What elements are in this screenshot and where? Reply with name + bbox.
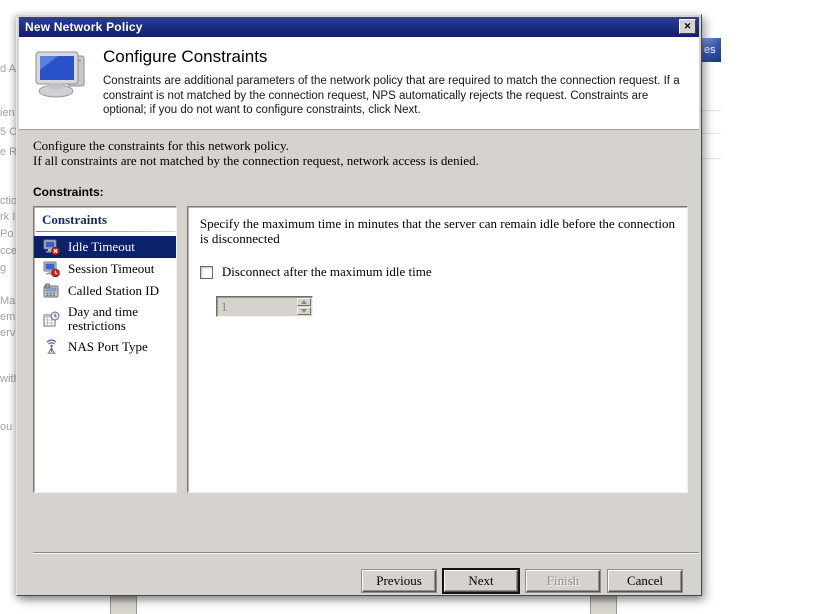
background-list-line	[702, 133, 721, 134]
phone-icon	[43, 283, 60, 299]
constraints-list: Constraints Idle Timeout	[33, 206, 177, 493]
background-text-fragment: e R	[0, 146, 17, 158]
constraints-list-header: Constraints	[34, 207, 176, 231]
list-item-label: NAS Port Type	[68, 340, 148, 354]
background-text-fragment: rk I	[0, 211, 15, 223]
close-button[interactable]: ✕	[679, 19, 696, 34]
background-list-line	[702, 110, 721, 111]
background-text-fragment: erv	[0, 327, 15, 339]
list-item-session-timeout[interactable]: Session Timeout	[34, 258, 176, 280]
next-button[interactable]: Next	[444, 570, 518, 592]
computer-alert-icon	[43, 239, 60, 255]
disconnect-checkbox-label: Disconnect after the maximum idle time	[222, 264, 432, 280]
computer-alert-icon	[43, 261, 60, 277]
background-window-strip: es	[702, 0, 721, 614]
background-text-fragment: ou	[0, 421, 12, 433]
disconnect-checkbox-row: Disconnect after the maximum idle time	[200, 264, 675, 280]
footer-separator	[33, 552, 699, 554]
spinner-down-icon[interactable]	[297, 307, 311, 315]
header-rule	[36, 231, 175, 232]
wizard-header: Configure Constraints Constraints are ad…	[19, 37, 699, 130]
panels-row: Constraints Idle Timeout	[33, 206, 699, 493]
description-line: constraint is not matched by the connect…	[103, 89, 691, 104]
background-text-fragment: em	[0, 311, 15, 323]
background-text-fragment: cce	[0, 245, 17, 257]
close-icon: ✕	[684, 21, 692, 31]
detail-description-line: Specify the maximum time in minutes that…	[200, 216, 675, 231]
list-item-idle-timeout[interactable]: Idle Timeout	[34, 236, 176, 258]
list-item-nas-port-type[interactable]: NAS Port Type	[34, 336, 176, 358]
instruction-line: If all constraints are not matched by th…	[33, 153, 699, 168]
background-text-fragment: d A	[0, 63, 16, 75]
list-item-label: Day and time restrictions	[68, 305, 172, 333]
list-item-label: Idle Timeout	[68, 240, 135, 254]
detail-description-line: is disconnected	[200, 231, 675, 246]
wizard-button-row: Previous Next Finish Cancel	[33, 570, 699, 592]
idle-minutes-spinner[interactable]: 1	[216, 296, 313, 317]
list-item-label: Called Station ID	[68, 284, 159, 298]
list-item-day-time-restrictions[interactable]: Day and time restrictions	[34, 302, 176, 336]
background-text-fragment: g	[0, 262, 6, 274]
window-title: New Network Policy	[19, 20, 143, 34]
instruction-line: Configure the constraints for this netwo…	[33, 138, 699, 153]
background-selected-item: es	[702, 38, 721, 62]
antenna-icon	[43, 339, 60, 355]
idle-minutes-value[interactable]: 1	[217, 297, 296, 316]
background-text-fragment: 5 C	[0, 126, 17, 138]
page-title: Configure Constraints	[103, 47, 267, 67]
calendar-clock-icon	[43, 311, 60, 327]
title-bar[interactable]: New Network Policy ✕	[19, 17, 699, 37]
computer-icon	[32, 48, 92, 105]
list-item-label: Session Timeout	[68, 262, 154, 276]
finish-button[interactable]: Finish	[526, 570, 600, 592]
constraints-label: Constraints:	[33, 185, 699, 199]
background-text-fragment: ien	[0, 107, 15, 119]
page-description: Constraints are additional parameters of…	[103, 74, 691, 118]
background-text-fragment: Ma	[0, 295, 15, 307]
previous-button[interactable]: Previous	[362, 570, 436, 592]
background-text-fragment: ctio	[0, 195, 17, 207]
dialog-body: Configure the constraints for this netwo…	[19, 130, 699, 592]
new-network-policy-dialog: New Network Policy ✕ Configure Constrain…	[16, 14, 702, 596]
spinner-up-icon[interactable]	[297, 298, 311, 306]
background-list-line	[702, 158, 721, 159]
description-line: Constraints are additional parameters of…	[103, 74, 691, 89]
description-line: optional; if you do not want to configur…	[103, 103, 691, 118]
list-item-called-station-id[interactable]: Called Station ID	[34, 280, 176, 302]
background-text-fragment: Po	[0, 228, 13, 240]
idle-timeout-detail-panel: Specify the maximum time in minutes that…	[187, 206, 688, 493]
disconnect-checkbox[interactable]	[200, 266, 213, 279]
background-strip	[110, 596, 137, 614]
cancel-button[interactable]: Cancel	[608, 570, 682, 592]
background-strip	[590, 596, 617, 614]
spinner-buttons	[296, 297, 312, 316]
